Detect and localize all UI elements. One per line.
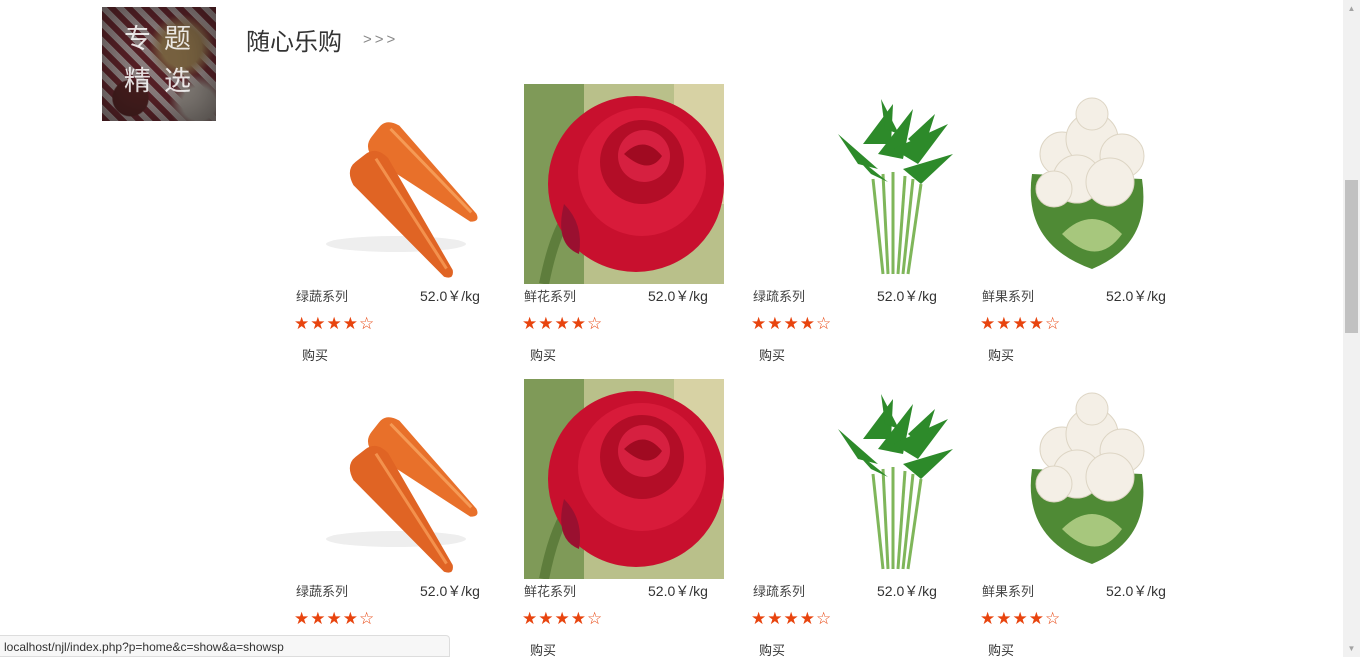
product-image[interactable] — [982, 84, 1182, 284]
product-card: 鲜果系列 52.0￥/kg ★★★★☆ 购买 — [980, 84, 1182, 384]
product-category: 鲜果系列 — [982, 584, 1035, 599]
product-image[interactable] — [296, 379, 496, 579]
product-price: 52.0￥/kg — [877, 288, 937, 304]
product-category: 鲜花系列 — [524, 584, 577, 599]
rating-stars: ★★★★☆ — [522, 314, 604, 333]
rating-stars: ★★★★☆ — [980, 609, 1062, 628]
rating-stars: ★★★★☆ — [751, 314, 833, 333]
product-price: 52.0￥/kg — [648, 288, 708, 304]
buy-button[interactable]: 购买 — [988, 640, 1014, 657]
product-card: 绿蔬系列 52.0￥/kg ★★★★☆ 购买 — [294, 84, 496, 384]
product-price: 52.0￥/kg — [1106, 583, 1166, 599]
rating-stars: ★★★★☆ — [522, 609, 604, 628]
buy-button[interactable]: 购买 — [530, 345, 556, 364]
product-image[interactable] — [753, 379, 953, 579]
featured-topics-banner[interactable]: 专 题 精 选 — [102, 7, 216, 121]
product-card: 绿疏系列 52.0￥/kg ★★★★☆ 购买 — [751, 379, 953, 657]
scroll-down-icon[interactable]: ▼ — [1343, 640, 1360, 657]
page: 专 题 精 选 随心乐购 >>> 绿蔬系列 52.0￥/kg ★★★★☆ 购买 — [0, 0, 1343, 657]
banner-char: 题 — [164, 24, 191, 55]
product-card: 鲜花系列 52.0￥/kg ★★★★☆ 购买 — [522, 379, 724, 657]
product-image[interactable] — [982, 379, 1182, 579]
product-card: 鲜果系列 52.0￥/kg ★★★★☆ 购买 — [980, 379, 1182, 657]
product-category: 绿蔬系列 — [296, 584, 349, 599]
rating-stars: ★★★★☆ — [980, 314, 1062, 333]
product-category: 绿疏系列 — [753, 289, 806, 304]
status-bar-url: localhost/njl/index.php?p=home&c=show&a=… — [0, 635, 450, 657]
product-image[interactable] — [524, 84, 724, 284]
more-link[interactable]: >>> — [363, 31, 398, 48]
product-image[interactable] — [753, 84, 953, 284]
product-image[interactable] — [524, 379, 724, 579]
product-card: 鲜花系列 52.0￥/kg ★★★★☆ 购买 — [522, 84, 724, 384]
product-price: 52.0￥/kg — [420, 288, 480, 304]
product-price: 52.0￥/kg — [1106, 288, 1166, 304]
product-price: 52.0￥/kg — [877, 583, 937, 599]
product-card: 绿蔬系列 52.0￥/kg ★★★★☆ 购买 — [294, 379, 496, 657]
product-category: 绿疏系列 — [753, 584, 806, 599]
scrollbar-thumb[interactable] — [1345, 180, 1358, 333]
product-category: 鲜花系列 — [524, 289, 577, 304]
buy-button[interactable]: 购买 — [759, 345, 785, 364]
product-category: 鲜果系列 — [982, 289, 1035, 304]
banner-char: 专 — [124, 24, 151, 55]
product-price: 52.0￥/kg — [420, 583, 480, 599]
rating-stars: ★★★★☆ — [294, 314, 376, 333]
buy-button[interactable]: 购买 — [530, 640, 556, 657]
scroll-up-icon[interactable]: ▲ — [1343, 0, 1360, 17]
banner-char: 精 — [124, 66, 151, 97]
product-category: 绿蔬系列 — [296, 289, 349, 304]
section-title: 随心乐购 — [246, 28, 342, 56]
rating-stars: ★★★★☆ — [294, 609, 376, 628]
buy-button[interactable]: 购买 — [759, 640, 785, 657]
buy-button[interactable]: 购买 — [988, 345, 1014, 364]
product-card: 绿疏系列 52.0￥/kg ★★★★☆ 购买 — [751, 84, 953, 384]
product-price: 52.0￥/kg — [648, 583, 708, 599]
vertical-scrollbar[interactable]: ▲ ▼ — [1343, 0, 1360, 657]
product-image[interactable] — [296, 84, 496, 284]
rating-stars: ★★★★☆ — [751, 609, 833, 628]
banner-char: 选 — [164, 66, 191, 97]
buy-button[interactable]: 购买 — [302, 345, 328, 364]
